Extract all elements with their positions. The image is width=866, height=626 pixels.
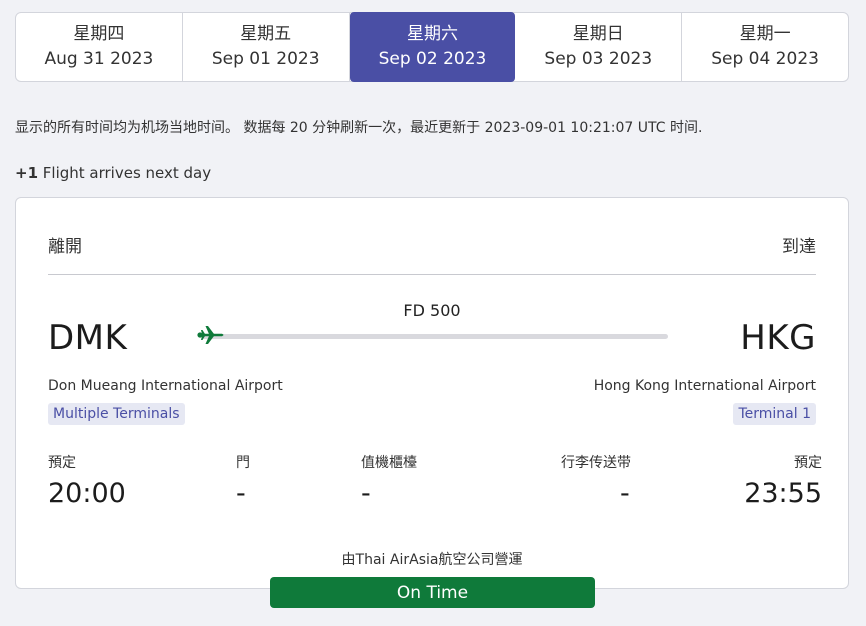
tab-aug-31[interactable]: 星期四 Aug 31 2023 xyxy=(16,13,183,81)
scheduled-departure-label: 預定 xyxy=(48,455,76,471)
departure-header: 離開 xyxy=(48,237,82,257)
tab-day-of-week: 星期日 xyxy=(572,24,624,44)
tab-day-of-week: 星期四 xyxy=(73,24,125,44)
arrival-airport-code: HKG xyxy=(740,318,816,358)
arrival-header: 到達 xyxy=(782,237,816,257)
operator-text: 由Thai AirAsia航空公司營運 xyxy=(341,552,523,568)
tab-date: Sep 03 2023 xyxy=(544,49,653,69)
flight-number: FD 500 xyxy=(403,301,461,320)
tab-sep-03[interactable]: 星期日 Sep 03 2023 xyxy=(515,13,683,81)
scheduled-departure-time: 20:00 xyxy=(48,478,126,509)
tab-sep-02[interactable]: 星期六 Sep 02 2023 xyxy=(349,12,516,82)
next-day-marker: +1 xyxy=(15,164,39,182)
baggage-belt-label: 行李传送带 xyxy=(561,455,631,471)
checkin-counter-label: 值機櫃檯 xyxy=(361,455,417,471)
arrival-airport-name: Hong Kong International Airport xyxy=(593,378,816,394)
tab-day-of-week: 星期一 xyxy=(739,24,791,44)
tab-date: Sep 01 2023 xyxy=(211,49,320,69)
checkin-counter-value: - xyxy=(361,478,371,509)
plane-icon xyxy=(197,326,224,344)
header-divider xyxy=(48,274,816,275)
departure-airport-code: DMK xyxy=(48,318,128,358)
arrival-terminal-badge: Terminal 1 xyxy=(733,403,816,425)
timezone-notice: 显示的所有时间均为机场当地时间。 数据每 20 分钟刷新一次，最近更新于 202… xyxy=(15,120,703,136)
tab-day-of-week: 星期五 xyxy=(240,24,292,44)
tab-day-of-week: 星期六 xyxy=(406,24,458,44)
departure-terminal-badge: Multiple Terminals xyxy=(48,403,185,425)
tab-date: Aug 31 2023 xyxy=(44,49,154,69)
tab-date: Sep 04 2023 xyxy=(711,49,819,69)
scheduled-arrival-time: 23:55 xyxy=(744,478,822,509)
flight-progress-track xyxy=(202,334,668,339)
next-day-text: Flight arrives next day xyxy=(38,164,212,182)
baggage-belt-value: - xyxy=(620,478,630,509)
date-tabs: 星期四 Aug 31 2023 星期五 Sep 01 2023 星期六 Sep … xyxy=(15,12,849,82)
flight-status-badge: On Time xyxy=(270,577,595,608)
departure-airport-name: Don Mueang International Airport xyxy=(48,378,283,394)
flight-card: 離開 到達 FD 500 DMK HKG Don Mueang Internat… xyxy=(15,197,849,589)
gate-label: 門 xyxy=(236,455,250,471)
tab-date: Sep 02 2023 xyxy=(378,49,487,69)
scheduled-arrival-label: 預定 xyxy=(794,455,822,471)
tab-sep-01[interactable]: 星期五 Sep 01 2023 xyxy=(183,13,350,81)
next-day-legend: +1 Flight arrives next day xyxy=(15,164,211,182)
gate-value: - xyxy=(236,478,246,509)
tab-sep-04[interactable]: 星期一 Sep 04 2023 xyxy=(682,13,848,81)
